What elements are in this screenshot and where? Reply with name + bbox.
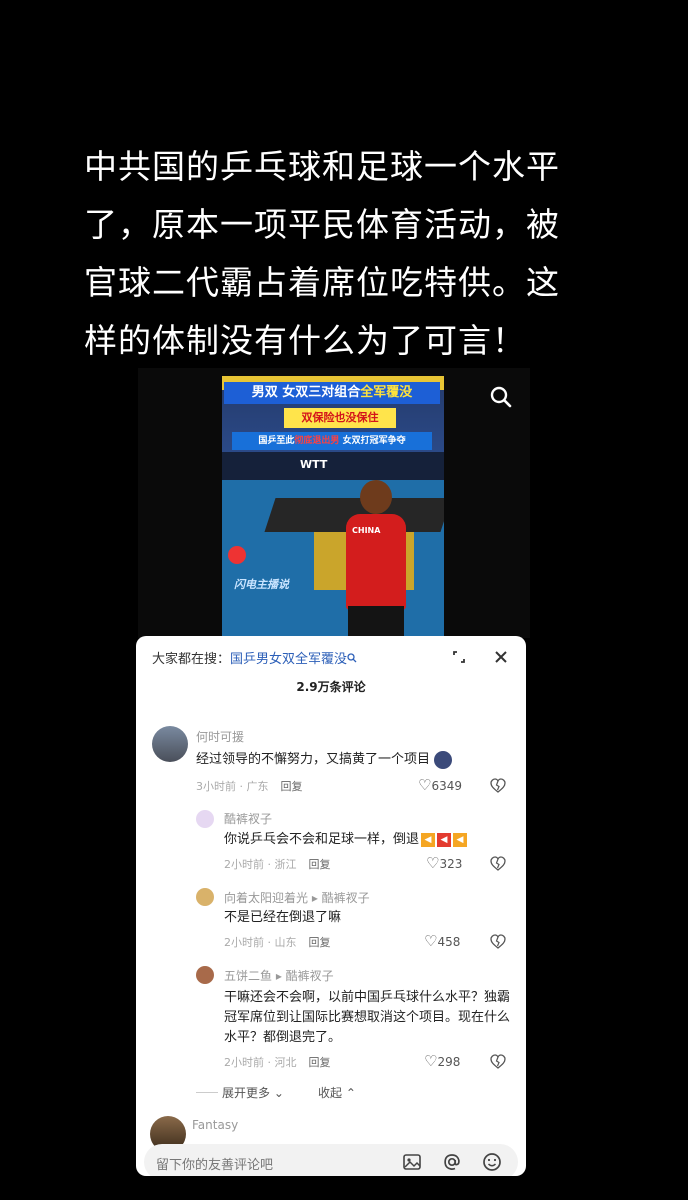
heart-icon: ♡ — [418, 776, 432, 794]
collapse-label: 收起 — [318, 1086, 343, 1100]
avatar[interactable] — [196, 810, 214, 828]
comment-input[interactable]: 留下你的友善评论吧 — [144, 1144, 518, 1176]
reply-item: 向着太阳迎着光 ▸ 酷裤衩子 不是已经在倒退了嘛 2小时前 · 山东 回复 ♡45… — [136, 888, 526, 954]
collapse-button[interactable]: 收起 ⌃ — [318, 1084, 356, 1101]
video-watermark: 闪电主播说 — [234, 578, 289, 591]
wtt-logo: WTT — [300, 458, 328, 471]
comment-item: 何时可援 经过领导的不懈努力，又搞黄了一个项目 3小时前 · 广东 回复 ♡634… — [136, 726, 526, 796]
hot-search-query[interactable]: 国乒男女双全军覆没 — [230, 652, 347, 667]
image-icon[interactable] — [402, 1152, 422, 1172]
comment-meta: 2小时前 · 山东 回复 — [224, 936, 331, 949]
comment-text-content: 你说乒乓会不会和足球一样，倒退 — [224, 832, 420, 847]
comment-time: 3小时前 — [196, 780, 236, 793]
reply-button[interactable]: 回复 — [309, 1056, 331, 1069]
video-banner-third: 国乒至此彻底退出男 女双打冠军争夺 — [232, 432, 432, 450]
hot-search[interactable]: 大家都在搜：国乒男女双全军覆没 — [152, 648, 357, 667]
dislike-icon[interactable] — [490, 856, 506, 872]
comment-input-placeholder: 留下你的友善评论吧 — [156, 1158, 274, 1173]
chevron-down-icon: ⌄ — [273, 1086, 284, 1100]
reply-button[interactable]: 回复 — [309, 936, 331, 949]
dislike-icon[interactable] — [490, 1054, 506, 1070]
reply-item: 酷裤衩子 你说乒乓会不会和足球一样，倒退 ◀ ◀ ◀ 2小时前 · 浙江 回复 ♡323 — [136, 808, 526, 878]
video-panel[interactable]: 男双 女双三对组合全军覆没 双保险也没保住 国乒至此彻底退出男 女双打冠军争夺 … — [138, 368, 530, 638]
comment-username: 向着太阳迎着光 ▸ 酷裤衩子 — [224, 891, 370, 905]
post-headline: 中共国的乒乓球和足球一个水平了，原本一项平民体育活动，被官球二代霸占着席位吃特供… — [84, 147, 560, 360]
banner-main-highlight: 全军覆没 — [360, 385, 413, 400]
comment-meta: 3小时前 · 广东 回复 — [196, 780, 303, 793]
reply-button[interactable]: 回复 — [281, 780, 303, 793]
video-player[interactable]: 男双 女双三对组合全军覆没 双保险也没保住 国乒至此彻底退出男 女双打冠军争夺 … — [222, 376, 444, 638]
divider — [196, 1092, 218, 1093]
reply-button[interactable]: 回复 — [309, 858, 331, 871]
dislike-icon[interactable] — [490, 934, 506, 950]
comment-location: 浙江 — [274, 858, 297, 871]
comment-count: 2.9万条评论 — [296, 680, 366, 694]
jersey-text: CHINA — [352, 526, 381, 535]
banner-third-highlight: 彻底退出男 — [294, 436, 340, 446]
emoji-icon — [434, 750, 453, 769]
like-button[interactable]: ♡458 — [424, 932, 460, 950]
left-arrow-emoji-icon: ◀ — [437, 832, 452, 847]
video-banner-main: 男双 女双三对组合全军覆没 — [224, 382, 440, 404]
expand-more-button[interactable]: 展开更多 ⌄ — [222, 1084, 284, 1101]
left-arrow-emoji-icon: ◀ — [421, 832, 436, 847]
comment-time: 2小时前 — [224, 858, 264, 871]
like-count: 6349 — [431, 779, 462, 793]
comment-meta: 2小时前 · 河北 回复 — [224, 1056, 331, 1069]
comment-username[interactable]: 酷裤衩子 — [224, 810, 272, 827]
comment-username[interactable]: Fantasy — [192, 1118, 238, 1132]
comment-text: 你说乒乓会不会和足球一样，倒退 ◀ ◀ ◀ — [224, 830, 514, 850]
like-count: 298 — [437, 1055, 461, 1069]
reply-author[interactable]: 五饼二鱼 — [224, 969, 272, 983]
comment-meta: 2小时前 · 浙江 回复 — [224, 858, 331, 871]
comment-username[interactable]: 何时可援 — [196, 728, 244, 745]
player-shorts — [348, 606, 404, 638]
like-button[interactable]: ♡298 — [424, 1052, 460, 1070]
comment-text: 不是已经在倒退了嘛 — [224, 910, 342, 925]
comment-location: 山东 — [274, 936, 297, 949]
heart-icon: ♡ — [424, 932, 438, 950]
comment-time: 2小时前 — [224, 936, 264, 949]
comments-sheet: 大家都在搜：国乒男女双全军覆没 2.9万条评论 何时可援 经过领导的不懈努力，又… — [136, 636, 526, 1176]
expand-icon[interactable] — [450, 648, 468, 666]
like-button[interactable]: ♡323 — [426, 854, 462, 872]
left-arrow-emoji-icon: ◀ — [453, 832, 468, 847]
comment-text: 经过领导的不懈努力，又搞黄了一个项目 — [196, 750, 496, 770]
hot-search-label: 大家都在搜： — [152, 652, 231, 667]
avatar[interactable] — [196, 966, 214, 984]
comment-text-content: 经过领导的不懈努力，又搞黄了一个项目 — [196, 752, 431, 767]
emoji-icon[interactable] — [482, 1152, 502, 1172]
heart-icon: ♡ — [426, 854, 440, 872]
expand-more-label: 展开更多 — [222, 1086, 271, 1100]
avatar[interactable] — [196, 888, 214, 906]
like-count: 458 — [437, 935, 461, 949]
banner-main-text: 男双 女双三对组合 — [251, 385, 361, 400]
comment-text: 干嘛还会不会啊，以前中国乒乓球什么水平？独霸冠军席位到让国际比赛想取消这个项目。… — [224, 990, 511, 1045]
reply-target[interactable]: 酷裤衩子 — [286, 969, 334, 983]
reply-item: 五饼二鱼 ▸ 酷裤衩子 干嘛还会不会啊，以前中国乒乓球什么水平？独霸冠军席位到让… — [136, 966, 526, 1076]
chevron-up-icon: ⌃ — [345, 1086, 356, 1100]
comment-item: Fantasy — [136, 1114, 526, 1152]
advertising-board — [222, 452, 444, 480]
reply-author[interactable]: 向着太阳迎着光 — [224, 891, 308, 905]
like-button[interactable]: ♡6349 — [418, 776, 462, 794]
comment-username: 五饼二鱼 ▸ 酷裤衩子 — [224, 969, 334, 983]
banner-third-text-b: 女双打冠军争夺 — [339, 436, 406, 446]
reply-target[interactable]: 酷裤衩子 — [322, 891, 370, 905]
small-search-icon — [347, 653, 357, 663]
avatar[interactable] — [152, 726, 188, 762]
paddle — [228, 546, 246, 564]
banner-third-text-a: 国乒至此 — [258, 436, 295, 446]
heart-icon: ♡ — [424, 1052, 438, 1070]
video-banner-sub: 双保险也没保住 — [284, 408, 396, 428]
comment-time: 2小时前 — [224, 1056, 264, 1069]
close-icon[interactable] — [492, 648, 510, 666]
player-head — [360, 480, 392, 514]
like-count: 323 — [439, 857, 463, 871]
dislike-icon[interactable] — [490, 778, 506, 794]
search-icon[interactable] — [488, 384, 514, 410]
at-mention-icon[interactable] — [442, 1152, 462, 1172]
comment-location: 广东 — [246, 780, 269, 793]
comment-location: 河北 — [274, 1056, 297, 1069]
